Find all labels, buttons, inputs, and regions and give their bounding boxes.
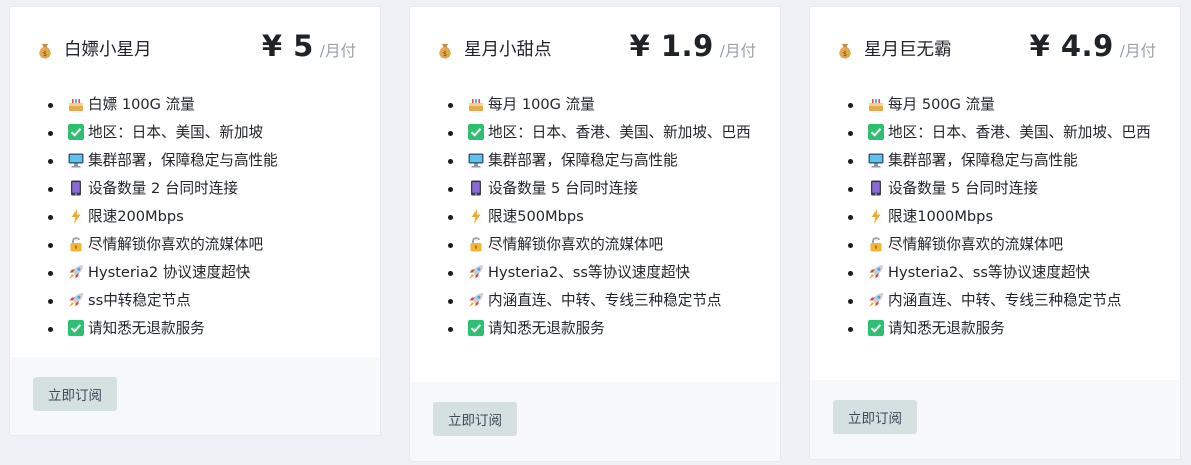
feature-item: 每月 500G 流量 — [810, 93, 1180, 117]
plan-name: 白嫖小星月 — [64, 40, 152, 60]
feature-item: 限速200Mbps — [10, 205, 380, 229]
subscribe-button[interactable]: 立即订阅 — [833, 400, 917, 434]
computer-icon — [868, 153, 884, 168]
svg-text:$: $ — [843, 50, 847, 58]
feature-item: Hysteria2 协议速度超快 — [10, 261, 380, 285]
subscribe-button[interactable]: 立即订阅 — [433, 402, 517, 436]
plan-price: ¥ 5 /月付 — [262, 29, 356, 63]
svg-text:$: $ — [443, 50, 447, 58]
plan-name: 星月小甜点 — [464, 40, 552, 60]
plan-header: $ 白嫖小星月 ¥ 5 /月付 — [10, 7, 380, 91]
feature-item: 请知悉无退款服务 — [410, 317, 780, 341]
lightning-icon — [71, 208, 81, 224]
lightning-icon — [871, 208, 881, 224]
plan-price: ¥ 4.9 /月付 — [1030, 29, 1156, 63]
feature-item: 集群部署，保障稳定与高性能 — [10, 149, 380, 173]
check-icon — [468, 320, 484, 336]
phone-icon — [71, 180, 81, 196]
rocket-icon — [469, 265, 483, 279]
check-icon — [68, 124, 84, 140]
svg-text:$: $ — [43, 50, 47, 58]
feature-item: 地区：日本、香港、美国、新加坡、巴西 — [410, 121, 780, 145]
check-icon — [468, 124, 484, 140]
lightning-icon — [471, 208, 481, 224]
feature-item: 设备数量 5 台同时连接 — [410, 177, 780, 201]
feature-item: 地区：日本、香港、美国、新加坡、巴西 — [810, 121, 1180, 145]
price-amount: ¥ 4.9 — [1029, 29, 1114, 63]
card-footer: 立即订阅 — [810, 380, 1180, 459]
card-footer: 立即订阅 — [410, 382, 780, 461]
feature-item: 请知悉无退款服务 — [810, 317, 1180, 341]
rocket-icon — [869, 293, 883, 307]
unlock-icon — [870, 237, 882, 252]
feature-item: 每月 100G 流量 — [410, 93, 780, 117]
feature-list: 每月 500G 流量 地区：日本、香港、美国、新加坡、巴西 集群部署，保障稳定与… — [810, 93, 1180, 345]
price-amount: ¥ 5 — [261, 29, 314, 63]
rocket-icon — [69, 293, 83, 307]
feature-item: 尽情解锁你喜欢的流媒体吧 — [810, 233, 1180, 257]
rocket-icon — [869, 265, 883, 279]
check-icon — [868, 124, 884, 140]
plan-price: ¥ 1.9 /月付 — [630, 29, 756, 63]
plan-card-baipiao: $ 白嫖小星月 ¥ 5 /月付 白嫖 100G 流量 地区：日本、美国、新加坡 … — [9, 6, 381, 436]
price-period: /月付 — [1119, 42, 1156, 60]
card-footer: 立即订阅 — [10, 357, 380, 435]
subscribe-button[interactable]: 立即订阅 — [33, 377, 117, 411]
plan-header: $ 星月巨无霸 ¥ 4.9 /月付 — [810, 7, 1180, 91]
feature-item: 尽情解锁你喜欢的流媒体吧 — [410, 233, 780, 257]
price-amount: ¥ 1.9 — [629, 29, 714, 63]
feature-item: 限速1000Mbps — [810, 205, 1180, 229]
cake-icon — [469, 99, 483, 111]
check-icon — [68, 320, 84, 336]
unlock-icon — [470, 237, 482, 252]
rocket-icon — [469, 293, 483, 307]
price-period: /月付 — [319, 42, 356, 60]
phone-icon — [871, 180, 881, 196]
feature-item: 白嫖 100G 流量 — [10, 93, 380, 117]
feature-item: 尽情解锁你喜欢的流媒体吧 — [10, 233, 380, 257]
check-icon — [868, 320, 884, 336]
phone-icon — [471, 180, 481, 196]
cake-icon — [69, 99, 83, 111]
money-bag-icon: $ — [39, 44, 51, 59]
feature-item: 限速500Mbps — [410, 205, 780, 229]
feature-item: 设备数量 2 台同时连接 — [10, 177, 380, 201]
plan-header: $ 星月小甜点 ¥ 1.9 /月付 — [410, 7, 780, 91]
plan-name: 星月巨无霸 — [864, 40, 952, 60]
feature-item: 集群部署，保障稳定与高性能 — [810, 149, 1180, 173]
feature-list: 每月 100G 流量 地区：日本、香港、美国、新加坡、巴西 集群部署，保障稳定与… — [410, 93, 780, 345]
rocket-icon — [69, 265, 83, 279]
feature-item: 请知悉无退款服务 — [10, 317, 380, 341]
feature-item: ss中转稳定节点 — [10, 289, 380, 313]
feature-item: 集群部署，保障稳定与高性能 — [410, 149, 780, 173]
money-bag-icon: $ — [839, 44, 851, 59]
feature-list: 白嫖 100G 流量 地区：日本、美国、新加坡 集群部署，保障稳定与高性能 设备… — [10, 93, 380, 345]
price-period: /月付 — [719, 42, 756, 60]
plan-card-juwuba: $ 星月巨无霸 ¥ 4.9 /月付 每月 500G 流量 地区：日本、香港、美国… — [809, 6, 1181, 460]
feature-item: 地区：日本、美国、新加坡 — [10, 121, 380, 145]
feature-item: 内涵直连、中转、专线三种稳定节点 — [810, 289, 1180, 313]
computer-icon — [68, 153, 84, 168]
computer-icon — [468, 153, 484, 168]
feature-item: Hysteria2、ss等协议速度超快 — [810, 261, 1180, 285]
feature-item: Hysteria2、ss等协议速度超快 — [410, 261, 780, 285]
money-bag-icon: $ — [439, 44, 451, 59]
feature-item: 内涵直连、中转、专线三种稳定节点 — [410, 289, 780, 313]
unlock-icon — [70, 237, 82, 252]
feature-item: 设备数量 5 台同时连接 — [810, 177, 1180, 201]
cake-icon — [869, 99, 883, 111]
plan-card-xiaotiandian: $ 星月小甜点 ¥ 1.9 /月付 每月 100G 流量 地区：日本、香港、美国… — [409, 6, 781, 462]
